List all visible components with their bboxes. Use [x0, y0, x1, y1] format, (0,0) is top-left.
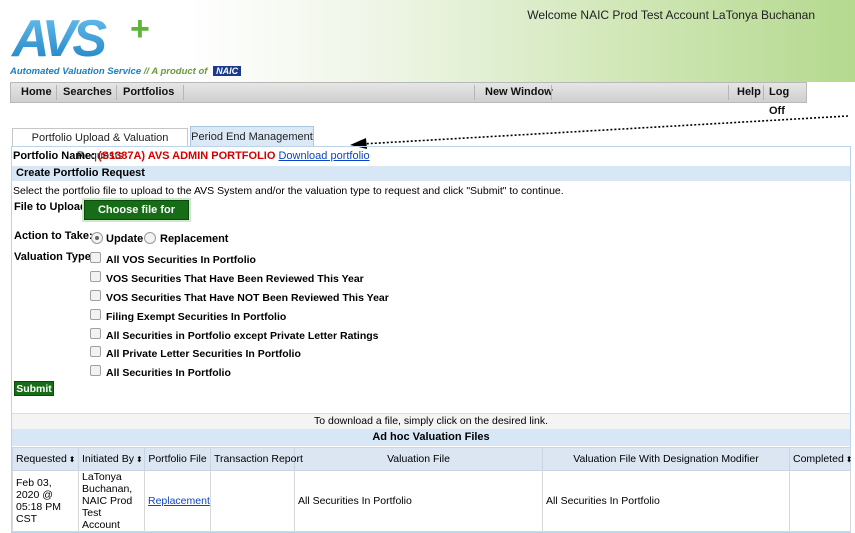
adhoc-files-title: Ad hoc Valuation Files	[12, 429, 850, 446]
tagline: Automated Valuation Service // A product…	[10, 66, 242, 77]
cell-valuation-file[interactable]: All Securities In Portfolio	[294, 470, 543, 532]
nav-portfolios[interactable]: Portfolios	[117, 83, 180, 102]
checkbox-except-plr[interactable]	[90, 328, 101, 339]
tab-period-end[interactable]: Period End Management	[190, 126, 314, 146]
option-filing-exempt: Filing Exempt Securities In Portfolio	[106, 311, 287, 323]
tab-portfolio-upload[interactable]: Portfolio Upload & Valuation Requests	[12, 128, 188, 162]
replacement-label: Replacement	[160, 233, 229, 245]
nav-divider	[474, 85, 475, 100]
replacement-radio[interactable]	[144, 232, 156, 244]
table-header-row: Requested ⬍ Initiated By ⬍ Portfolio File …	[12, 447, 853, 471]
instructions: Select the portfolio file to upload to t…	[13, 185, 564, 197]
checkbox-vos-not-reviewed[interactable]	[90, 290, 101, 301]
portfolio-name: (S1387A) AVS ADMIN PORTFOLIO	[97, 150, 276, 162]
cell-initiated-by: LaTonya Buchanan, NAIC Prod Test Account	[78, 470, 145, 532]
table-row: Feb 03, 2020 @ 05:18 PM CST LaTonya Buch…	[12, 470, 851, 532]
portfolio-label: Portfolio Name:	[13, 150, 95, 162]
col-requested[interactable]: Requested ⬍	[12, 447, 79, 471]
nav-new-window[interactable]: New Window	[479, 83, 559, 102]
option-vos-not-reviewed: VOS Securities That Have NOT Been Review…	[106, 292, 389, 304]
section-title: Create Portfolio Request	[12, 166, 850, 181]
col-initiated-label: Initiated By	[82, 453, 134, 465]
portfolio-line: Portfolio Name: (S1387A) AVS ADMIN PORTF…	[13, 150, 370, 162]
sort-icon: ⬍	[135, 455, 143, 464]
sort-icon: ⬍	[68, 455, 76, 464]
nav-searches[interactable]: Searches	[57, 83, 118, 102]
valuation-type-label: Valuation Type:	[14, 251, 95, 263]
update-label: Update	[106, 233, 144, 245]
col-portfolio-file: Portfolio File	[144, 447, 211, 471]
cell-requested: Feb 03, 2020 @ 05:18 PM CST	[12, 470, 79, 532]
app-header: Welcome NAIC Prod Test Account LaTonya B…	[0, 0, 855, 82]
option-all-securities: All Securities In Portfolio	[106, 367, 231, 379]
checkbox-all-vos[interactable]	[90, 252, 101, 263]
main-nav: Home Searches Portfolios New Window Help…	[10, 82, 807, 117]
cell-valuation-modifier[interactable]: All Securities In Portfolio	[542, 470, 790, 532]
cell-completed	[789, 470, 851, 532]
action-label: Action to Take:	[14, 230, 93, 242]
col-transaction-report: Transaction Report	[210, 447, 303, 471]
submit-button[interactable]: Submit	[14, 381, 54, 396]
download-note: To download a file, simply click on the …	[12, 413, 850, 429]
tagline-sep: //	[143, 66, 150, 77]
nav-home[interactable]: Home	[15, 83, 58, 102]
col-completed-label: Completed	[793, 453, 844, 465]
avs-logo[interactable]: AVS +	[10, 10, 180, 62]
col-requested-label: Requested	[16, 453, 67, 465]
option-private-letter: All Private Letter Securities In Portfol…	[106, 348, 301, 360]
cell-portfolio-file: Replacement	[144, 470, 211, 532]
choose-file-button[interactable]: Choose file for upload	[84, 200, 189, 234]
checkbox-vos-reviewed[interactable]	[90, 271, 101, 282]
nav-divider	[551, 85, 552, 100]
checkbox-filing-exempt[interactable]	[90, 309, 101, 320]
sort-icon: ⬍	[845, 455, 853, 464]
svg-text:AVS: AVS	[10, 10, 107, 62]
checkbox-all-securities[interactable]	[90, 365, 101, 376]
tagline-main: Automated Valuation Service	[10, 66, 142, 77]
option-except-plr: All Securities in Portfolio except Priva…	[106, 330, 379, 342]
col-completed[interactable]: Completed ⬍	[789, 447, 853, 471]
download-portfolio-link[interactable]: Download portfolio	[278, 150, 369, 162]
nav-divider	[728, 85, 729, 100]
adhoc-files-table: Requested ⬍ Initiated By ⬍ Portfolio File …	[12, 447, 853, 532]
col-initiated-by[interactable]: Initiated By ⬍	[78, 447, 145, 471]
welcome-text: Welcome NAIC Prod Test Account LaTonya B…	[527, 8, 815, 22]
naic-logo: NAIC	[213, 66, 242, 76]
nav-logoff[interactable]: Log Off	[763, 83, 806, 117]
portfolio-file-link[interactable]: Replacement	[148, 495, 210, 507]
nav-help[interactable]: Help	[731, 83, 767, 102]
option-vos-reviewed: VOS Securities That Have Been Reviewed T…	[106, 273, 364, 285]
svg-text:+: +	[130, 10, 150, 48]
cell-transaction-report	[210, 470, 295, 532]
nav-divider	[183, 85, 184, 100]
tagline-product: A product of	[151, 66, 208, 77]
col-valuation-modifier: Valuation File With Designation Modifier	[542, 447, 790, 471]
col-valuation-file: Valuation File	[294, 447, 543, 471]
file-label: File to Upload:	[14, 201, 91, 213]
update-radio[interactable]	[91, 232, 103, 244]
option-all-vos: All VOS Securities In Portfolio	[106, 254, 256, 266]
checkbox-private-letter[interactable]	[90, 346, 101, 357]
